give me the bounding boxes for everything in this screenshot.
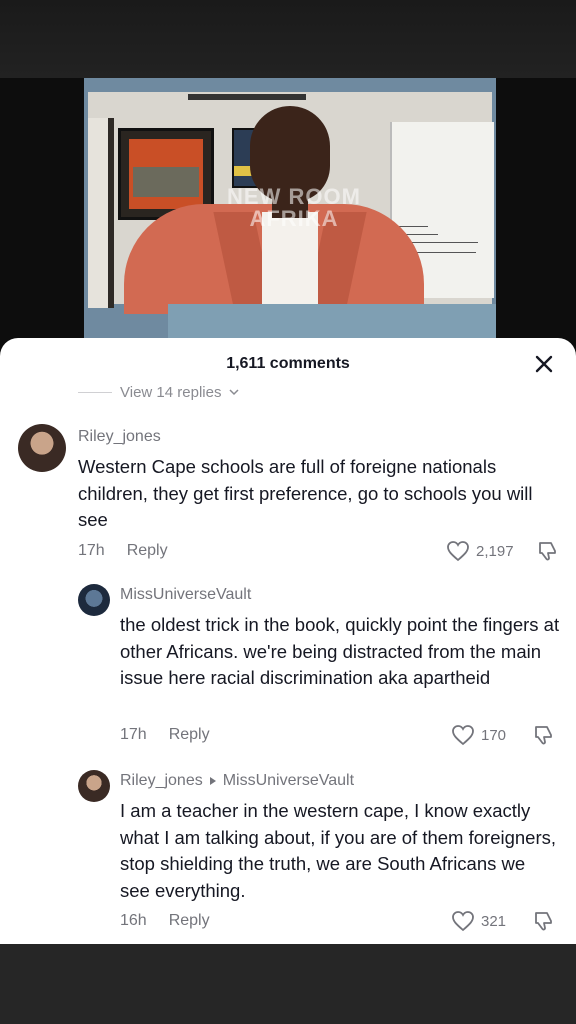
reply-item: Riley_jones MissUniverseVault I am a tea… (0, 770, 576, 934)
comment-text: Western Cape schools are full of foreign… (78, 456, 533, 530)
comment-text: the oldest trick in the book, quickly po… (120, 614, 560, 688)
comments-header: 1,611 comments (0, 338, 576, 388)
reply-button[interactable]: Reply (127, 542, 168, 560)
comments-count: 1,611 comments (226, 355, 350, 372)
like-button[interactable]: 170 (451, 724, 506, 746)
bottom-area (0, 944, 576, 1024)
close-button[interactable] (530, 350, 558, 378)
comment-meta: 16h Reply (120, 912, 210, 930)
comment-time: 17h (120, 726, 147, 743)
view-replies-button[interactable]: View 14 replies (78, 382, 239, 402)
close-icon (535, 355, 553, 373)
video-player[interactable]: NEW ROOM AFRIKA (0, 78, 576, 358)
chevron-down-icon (229, 389, 239, 396)
video-watermark: NEW ROOM AFRIKA (227, 184, 361, 231)
comment-username[interactable]: Riley_jones (78, 428, 161, 446)
like-button[interactable]: 321 (451, 910, 506, 932)
like-count: 321 (481, 912, 507, 930)
avatar[interactable] (78, 584, 110, 616)
comment-meta: 17h Reply (120, 726, 210, 744)
dislike-button[interactable] (536, 540, 558, 567)
comment-time: 16h (120, 912, 147, 929)
heart-icon (452, 911, 474, 932)
comment-meta: 17h Reply (78, 542, 168, 560)
comment-username[interactable]: Riley_jones MissUniverseVault (120, 772, 354, 790)
dislike-button[interactable] (532, 724, 554, 751)
like-button[interactable]: 2,197 (446, 540, 514, 562)
like-count: 2,197 (476, 542, 514, 560)
reply-button[interactable]: Reply (169, 912, 210, 930)
dislike-icon (535, 726, 552, 745)
comment-text: I am a teacher in the western cape, I kn… (120, 800, 557, 901)
comments-sheet: 1,611 comments View 14 replies Riley_jon… (0, 338, 576, 944)
dislike-button[interactable] (532, 910, 554, 937)
comment-item: Riley_jones Western Cape schools are ful… (0, 424, 576, 572)
heart-icon (447, 541, 469, 562)
avatar[interactable] (78, 770, 110, 802)
comment-username[interactable]: MissUniverseVault (120, 586, 251, 604)
avatar[interactable] (18, 424, 66, 472)
dislike-icon (539, 542, 556, 561)
view-replies-label: View 14 replies (120, 383, 222, 401)
status-area (0, 0, 576, 78)
caret-right-icon (209, 777, 216, 785)
dislike-icon (535, 912, 552, 931)
reply-to-username[interactable]: MissUniverseVault (223, 772, 354, 790)
video-frame: NEW ROOM AFRIKA (84, 78, 496, 340)
reply-button[interactable]: Reply (169, 726, 210, 744)
like-count: 170 (481, 726, 507, 744)
reply-item: MissUniverseVault the oldest trick in th… (0, 584, 576, 748)
heart-icon (452, 725, 474, 746)
comment-time: 17h (78, 542, 105, 559)
